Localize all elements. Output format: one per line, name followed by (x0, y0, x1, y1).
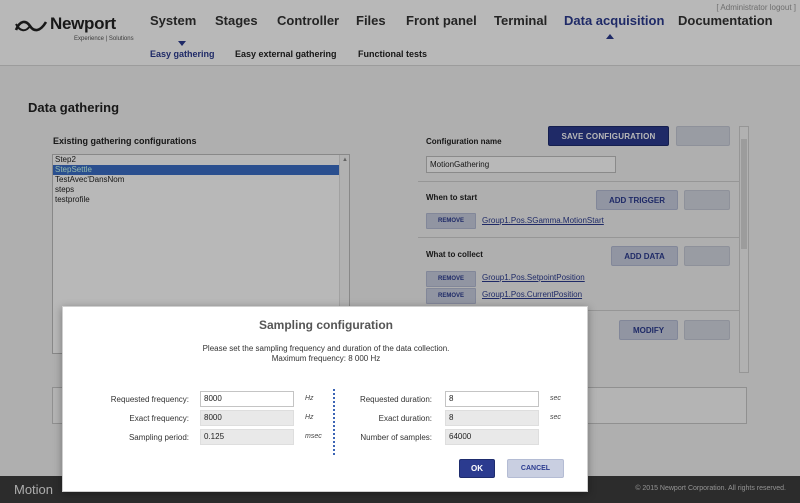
max-frequency-text: Maximum frequency: 8 000 Hz (271, 354, 381, 363)
exact-frequency-label: Exact frequency: (129, 414, 189, 423)
number-of-samples-label: Number of samples: (360, 433, 432, 442)
exact-duration-label: Exact duration: (378, 414, 432, 423)
dialog-description: Please set the sampling frequency and du… (63, 344, 589, 364)
period-unit: msec (305, 433, 322, 440)
requested-frequency-input[interactable]: 8000 (200, 391, 294, 407)
duration-unit: sec (550, 414, 561, 421)
sampling-period-field: 0.125 (200, 429, 294, 445)
frequency-unit: Hz (305, 414, 314, 421)
exact-duration-field: 8 (445, 410, 539, 426)
ok-button[interactable]: OK (459, 459, 495, 478)
column-separator (333, 389, 335, 455)
requested-frequency-label: Requested frequency: (110, 395, 189, 404)
sampling-period-label: Sampling period: (128, 433, 189, 442)
sampling-configuration-dialog: Sampling configuration Please set the sa… (62, 306, 588, 492)
requested-duration-input[interactable]: 8 (445, 391, 539, 407)
cancel-button[interactable]: CANCEL (507, 459, 564, 478)
frequency-unit: Hz (305, 395, 314, 402)
number-of-samples-field: 64000 (445, 429, 539, 445)
exact-frequency-field: 8000 (200, 410, 294, 426)
duration-unit: sec (550, 395, 561, 402)
description-line: Please set the sampling frequency and du… (202, 344, 450, 353)
dialog-title: Sampling configuration (259, 318, 393, 332)
requested-duration-label: Requested duration: (359, 395, 432, 404)
app-window: Newport Experience | Solutions [ Adminis… (0, 0, 800, 503)
